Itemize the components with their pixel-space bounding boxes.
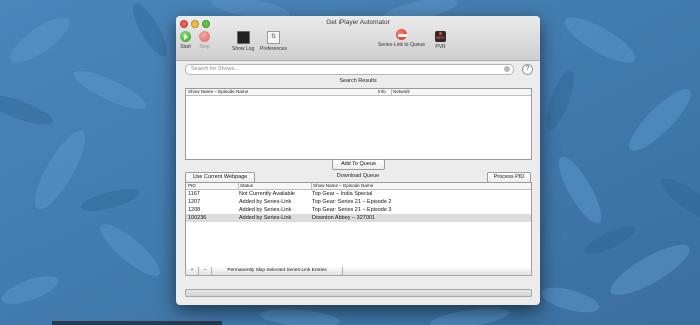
download-queue-table[interactable]: PID Status Show Name – Episode Name 1167…	[185, 182, 532, 268]
title-bar: Get iPlayer Automator Start Stop Show Lo…	[176, 16, 540, 61]
queue-row-status: Added by Series-Link	[239, 207, 292, 213]
queue-row-show: Downton Abbey – 327001	[312, 215, 375, 221]
stop-label: Stop	[199, 44, 210, 50]
skip-series-link-button[interactable]: Permanently Skip Selected Series-Link En…	[212, 267, 343, 275]
queue-row-pid: 1167	[188, 191, 200, 197]
pvr-label: PVR	[435, 44, 446, 50]
results-col-network[interactable]: Network	[391, 89, 410, 95]
queue-action-bar: + – Permanently Skip Selected Series-Lin…	[185, 267, 532, 276]
stop-icon	[199, 31, 210, 42]
queue-row-pid: 1208	[188, 207, 201, 213]
remove-item-button[interactable]: –	[199, 267, 212, 275]
queue-row-status: Not Currently Available	[239, 191, 295, 197]
no-entry-icon	[395, 29, 407, 40]
preferences-button[interactable]: ⇅ Preferences	[260, 31, 287, 52]
queue-row[interactable]: 1208 Added by Series-Link Top Gear: Seri…	[186, 206, 531, 214]
queue-row-status: Added by Series-Link	[239, 215, 292, 221]
queue-header: PID Status Show Name – Episode Name	[186, 183, 531, 190]
help-button[interactable]: ?	[522, 64, 533, 75]
add-item-button[interactable]: +	[186, 267, 199, 275]
queue-col-pid[interactable]: PID	[188, 183, 196, 189]
download-queue-heading: Download Queue	[336, 173, 380, 179]
results-header: Show Name – Episode Name Info Network	[186, 89, 531, 96]
preferences-label: Preferences	[260, 46, 287, 52]
start-label: Start	[180, 44, 191, 50]
queue-row-show: Top Gear – India Special	[312, 191, 373, 197]
switch-icon: ⇅	[266, 31, 280, 44]
show-log-label: Show Log	[232, 46, 255, 52]
app-window: Get iPlayer Automator Start Stop Show Lo…	[176, 16, 540, 305]
stop-button[interactable]: Stop	[199, 31, 210, 50]
queue-row-pid: 100236	[188, 215, 207, 221]
queue-row-show: Top Gear: Series 21 – Episode 3	[312, 207, 392, 213]
window-title: Get iPlayer Automator	[326, 19, 390, 26]
rec-icon-text: REC	[436, 35, 445, 40]
results-col-show[interactable]: Show Name – Episode Name	[188, 89, 248, 95]
search-results-table[interactable]: Show Name – Episode Name Info Network	[185, 88, 532, 160]
queue-col-status[interactable]: Status	[238, 183, 253, 189]
series-link-button[interactable]: Series-Link to Queue	[378, 29, 425, 48]
queue-row-pid: 1207	[188, 199, 201, 205]
terminal-icon	[236, 31, 250, 44]
rec-icon: REC	[435, 31, 446, 42]
search-field[interactable]: Search for Shows...	[185, 64, 514, 75]
search-placeholder: Search for Shows...	[191, 66, 239, 72]
series-link-label: Series-Link to Queue	[378, 42, 425, 48]
queue-row-show: Top Gear: Series 21 – Episode 2	[312, 199, 392, 205]
dock-edge	[52, 321, 222, 325]
results-col-info[interactable]: Info	[378, 89, 386, 95]
start-button[interactable]: Start	[180, 31, 191, 50]
show-log-button[interactable]: Show Log	[232, 31, 254, 52]
queue-row-status: Added by Series-Link	[239, 199, 292, 205]
queue-row[interactable]: 1167 Not Currently Available Top Gear – …	[186, 190, 531, 198]
download-progress-bar	[185, 289, 532, 297]
queue-col-show[interactable]: Show Name – Episode Name	[311, 183, 373, 189]
play-icon	[180, 31, 191, 42]
pvr-button[interactable]: REC PVR	[435, 31, 446, 50]
queue-row[interactable]: 1207 Added by Series-Link Top Gear: Seri…	[186, 198, 531, 206]
add-to-queue-button[interactable]: Add To Queue	[332, 159, 385, 170]
search-results-heading: Search Results	[339, 78, 377, 84]
clear-search-icon[interactable]	[504, 66, 510, 72]
queue-row[interactable]: 100236 Added by Series-Link Downton Abbe…	[186, 214, 531, 222]
